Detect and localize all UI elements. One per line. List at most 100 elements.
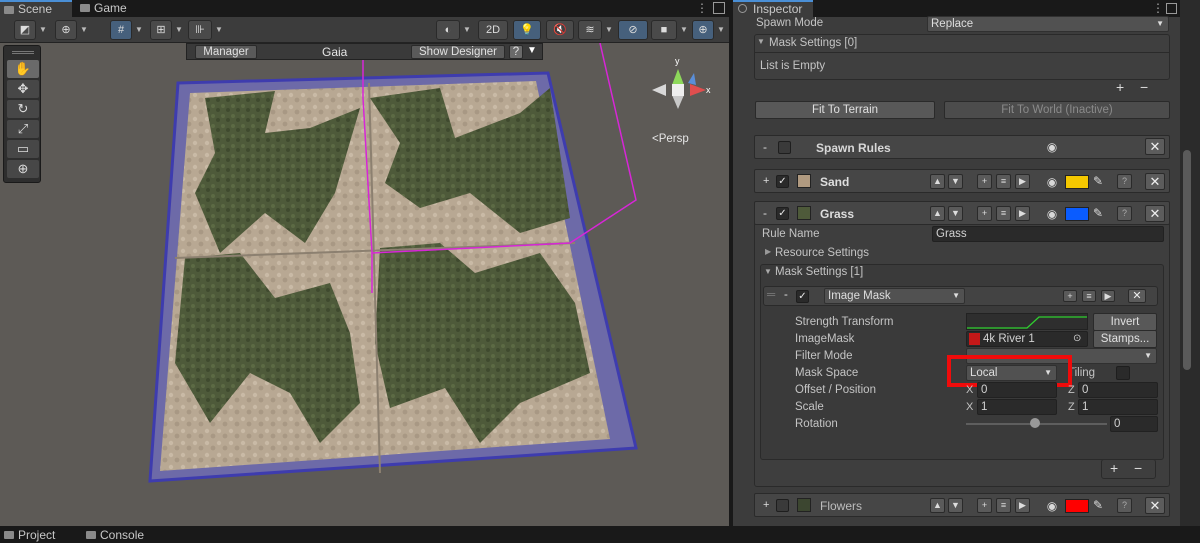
collapse-toggle[interactable]: -	[763, 140, 767, 154]
draw-mode-icon[interactable]: ◩	[14, 20, 36, 40]
fit-to-terrain-button[interactable]: Fit To Terrain	[755, 101, 935, 119]
eyedropper-icon[interactable]: ✎	[1093, 498, 1103, 512]
spawn-rules-checkbox[interactable]	[778, 141, 791, 154]
copy-icon[interactable]: ≡	[996, 174, 1011, 189]
add-mask-button[interactable]: +	[1116, 79, 1124, 95]
rule-enabled-checkbox[interactable]: ✓	[776, 207, 789, 220]
collapse-toggle[interactable]: -	[763, 206, 767, 220]
resource-settings-foldout[interactable]: Resource Settings	[775, 247, 869, 259]
mask-settings-0-header[interactable]: Mask Settings [0]	[769, 37, 857, 49]
move-tool-icon[interactable]: ✥	[7, 80, 39, 98]
object-picker-icon[interactable]: ⊙	[1073, 332, 1081, 346]
tab-project[interactable]: Project	[0, 527, 70, 542]
help-button[interactable]: ?	[509, 45, 523, 59]
rule-enabled-checkbox[interactable]: ✓	[776, 175, 789, 188]
chevron-down-icon[interactable]: ▼	[714, 20, 728, 40]
chevron-down-icon[interactable]: ▼	[460, 20, 474, 40]
rule-color-swatch[interactable]	[1065, 207, 1089, 221]
chevron-down-icon[interactable]: ▼	[212, 20, 226, 40]
tab-inspector[interactable]: Inspector	[733, 0, 813, 17]
scale-z-field[interactable]: 1	[1078, 399, 1158, 415]
scrollbar-thumb[interactable]	[1183, 150, 1191, 370]
play-icon[interactable]: ▶	[1015, 498, 1030, 513]
globe-icon[interactable]: ⊕	[55, 20, 77, 40]
tiling-checkbox[interactable]	[1116, 366, 1130, 380]
move-down-icon[interactable]: ▼	[948, 174, 963, 189]
mask-type-dropdown[interactable]: Image Mask ▼	[824, 288, 965, 304]
perspective-label[interactable]: <Persp	[652, 133, 689, 145]
scale-x-field[interactable]: 1	[977, 399, 1057, 415]
move-down-icon[interactable]: ▼	[948, 206, 963, 221]
chevron-down-icon[interactable]: ▼	[36, 20, 50, 40]
chevron-down-icon[interactable]: ▼	[77, 20, 91, 40]
eyedropper-icon[interactable]: ✎	[1093, 206, 1103, 220]
rotation-slider-handle[interactable]	[1030, 418, 1040, 428]
add-icon[interactable]: +	[1063, 290, 1077, 302]
play-icon[interactable]: ▶	[1101, 290, 1115, 302]
rect-tool-icon[interactable]: ▭	[7, 140, 39, 158]
audio-mute-icon[interactable]: 🔇	[546, 20, 574, 40]
more-options-icon[interactable]: ⋮	[696, 1, 710, 15]
copy-icon[interactable]: ≡	[1082, 290, 1096, 302]
remove-mask-button[interactable]: −	[1140, 79, 1148, 95]
foldout-arrow-icon[interactable]: ▼	[764, 267, 772, 276]
camera-icon[interactable]: ■	[651, 20, 677, 40]
close-icon[interactable]: ✕	[1145, 205, 1165, 222]
offset-x-field[interactable]: 0	[977, 382, 1057, 398]
2d-toggle-button[interactable]: 2D	[478, 20, 508, 40]
eye-icon[interactable]: ◉	[1043, 207, 1061, 221]
caret-down-icon[interactable]: ▼	[527, 45, 537, 56]
collapse-toggle[interactable]: -	[784, 289, 788, 301]
eye-icon[interactable]: ◉	[1043, 499, 1061, 513]
add-icon[interactable]: +	[977, 206, 992, 221]
maximize-icon[interactable]	[713, 2, 725, 14]
help-icon[interactable]: ?	[1117, 498, 1132, 513]
add-icon[interactable]: +	[977, 498, 992, 513]
stamps-button[interactable]: Stamps...	[1093, 330, 1157, 348]
rule-name-field[interactable]: Grass	[932, 226, 1164, 242]
foldout-arrow-icon[interactable]: ▼	[757, 37, 765, 46]
play-icon[interactable]: ▶	[1015, 174, 1030, 189]
chevron-down-icon[interactable]: ▼	[602, 20, 616, 40]
copy-icon[interactable]: ≡	[996, 498, 1011, 513]
hidden-objects-icon[interactable]: ⊘	[618, 20, 648, 40]
foldout-arrow-icon[interactable]: ▶	[765, 247, 771, 256]
mask-settings-1-header[interactable]: Mask Settings [1]	[775, 266, 863, 278]
offset-z-field[interactable]: 0	[1078, 382, 1158, 398]
hand-tool-icon[interactable]: ✋	[7, 60, 39, 78]
chevron-down-icon[interactable]: ▼	[172, 20, 186, 40]
rule-enabled-checkbox[interactable]	[776, 499, 789, 512]
spawn-mode-dropdown[interactable]: Replace ▼	[927, 16, 1169, 32]
add-icon[interactable]: +	[977, 174, 992, 189]
chevron-down-icon[interactable]: ▼	[677, 20, 691, 40]
rule-color-swatch[interactable]	[1065, 175, 1089, 189]
rotate-tool-icon[interactable]: ↻	[7, 100, 39, 118]
help-icon[interactable]: ?	[1117, 206, 1132, 221]
chevron-down-icon[interactable]: ▼	[132, 20, 146, 40]
move-up-icon[interactable]: ▲	[930, 174, 945, 189]
close-icon[interactable]: ✕	[1145, 138, 1165, 155]
strength-curve-field[interactable]	[966, 313, 1088, 330]
rule-color-swatch[interactable]	[1065, 499, 1089, 513]
move-down-icon[interactable]: ▼	[948, 498, 963, 513]
copy-icon[interactable]: ≡	[996, 206, 1011, 221]
grid-icon[interactable]: ⊪	[188, 20, 212, 40]
tab-scene[interactable]: Scene	[0, 0, 72, 17]
eyedropper-icon[interactable]: ✎	[1093, 174, 1103, 188]
more-options-icon[interactable]: ⋮	[1152, 1, 1164, 15]
image-mask-field[interactable]: 4k River 1 ⊙	[966, 331, 1088, 347]
expand-toggle[interactable]: +	[763, 175, 769, 187]
shading-icon[interactable]: ◐	[436, 20, 460, 40]
drag-handle-icon[interactable]: ═	[767, 289, 775, 301]
move-up-icon[interactable]: ▲	[930, 206, 945, 221]
scale-tool-icon[interactable]: ⤢	[7, 120, 39, 138]
remove-mask-button[interactable]: −	[1134, 460, 1142, 476]
grid-snap-icon[interactable]: #	[110, 20, 132, 40]
effects-icon[interactable]: ≋	[578, 20, 602, 40]
help-icon[interactable]: ?	[1117, 174, 1132, 189]
expand-toggle[interactable]: +	[763, 499, 769, 511]
show-designer-button[interactable]: Show Designer	[411, 45, 505, 59]
scene-view[interactable]: y x Manager Gaia Show Designer ? ▼ ✋ ✥ ↻…	[0, 43, 729, 526]
play-icon[interactable]: ▶	[1015, 206, 1030, 221]
close-icon[interactable]: ✕	[1145, 173, 1165, 190]
